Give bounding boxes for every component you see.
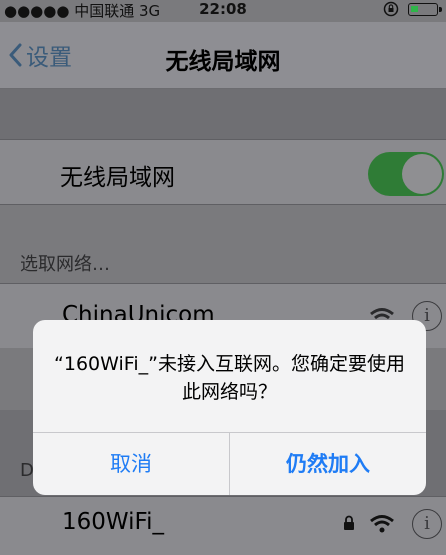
battery-icon (408, 3, 442, 16)
wifi-toggle-row: 无线局域网 (0, 139, 446, 205)
wifi-signal-icon (369, 513, 395, 537)
section-spacer (0, 89, 446, 139)
lock-icon (343, 515, 355, 535)
rotation-lock-icon (383, 1, 399, 17)
navigation-bar: 设置 无线局域网 (0, 22, 446, 89)
cancel-button[interactable]: 取消 (33, 433, 229, 495)
alert-dialog: “160WiFi_”未接入互联网。您确定要使用此网络吗？ 取消 仍然加入 (33, 320, 426, 495)
choose-network-header: 选取网络… (20, 254, 110, 275)
status-time: 22:08 (199, 0, 247, 18)
join-anyway-button[interactable]: 仍然加入 (230, 433, 426, 495)
network-row[interactable]: 160WiFi_ i (0, 496, 446, 555)
wifi-toggle-label: 无线局域网 (60, 165, 175, 191)
network-name: 160WiFi_ (62, 509, 164, 535)
section-label: D (20, 460, 34, 481)
alert-message: “160WiFi_”未接入互联网。您确定要使用此网络吗？ (54, 353, 405, 403)
info-icon[interactable]: i (412, 509, 442, 539)
page-title: 无线局域网 (165, 49, 281, 75)
wifi-toggle-switch[interactable] (368, 152, 444, 196)
status-bar: ●●●●● 中国联通 3G 22:08 (0, 0, 446, 22)
